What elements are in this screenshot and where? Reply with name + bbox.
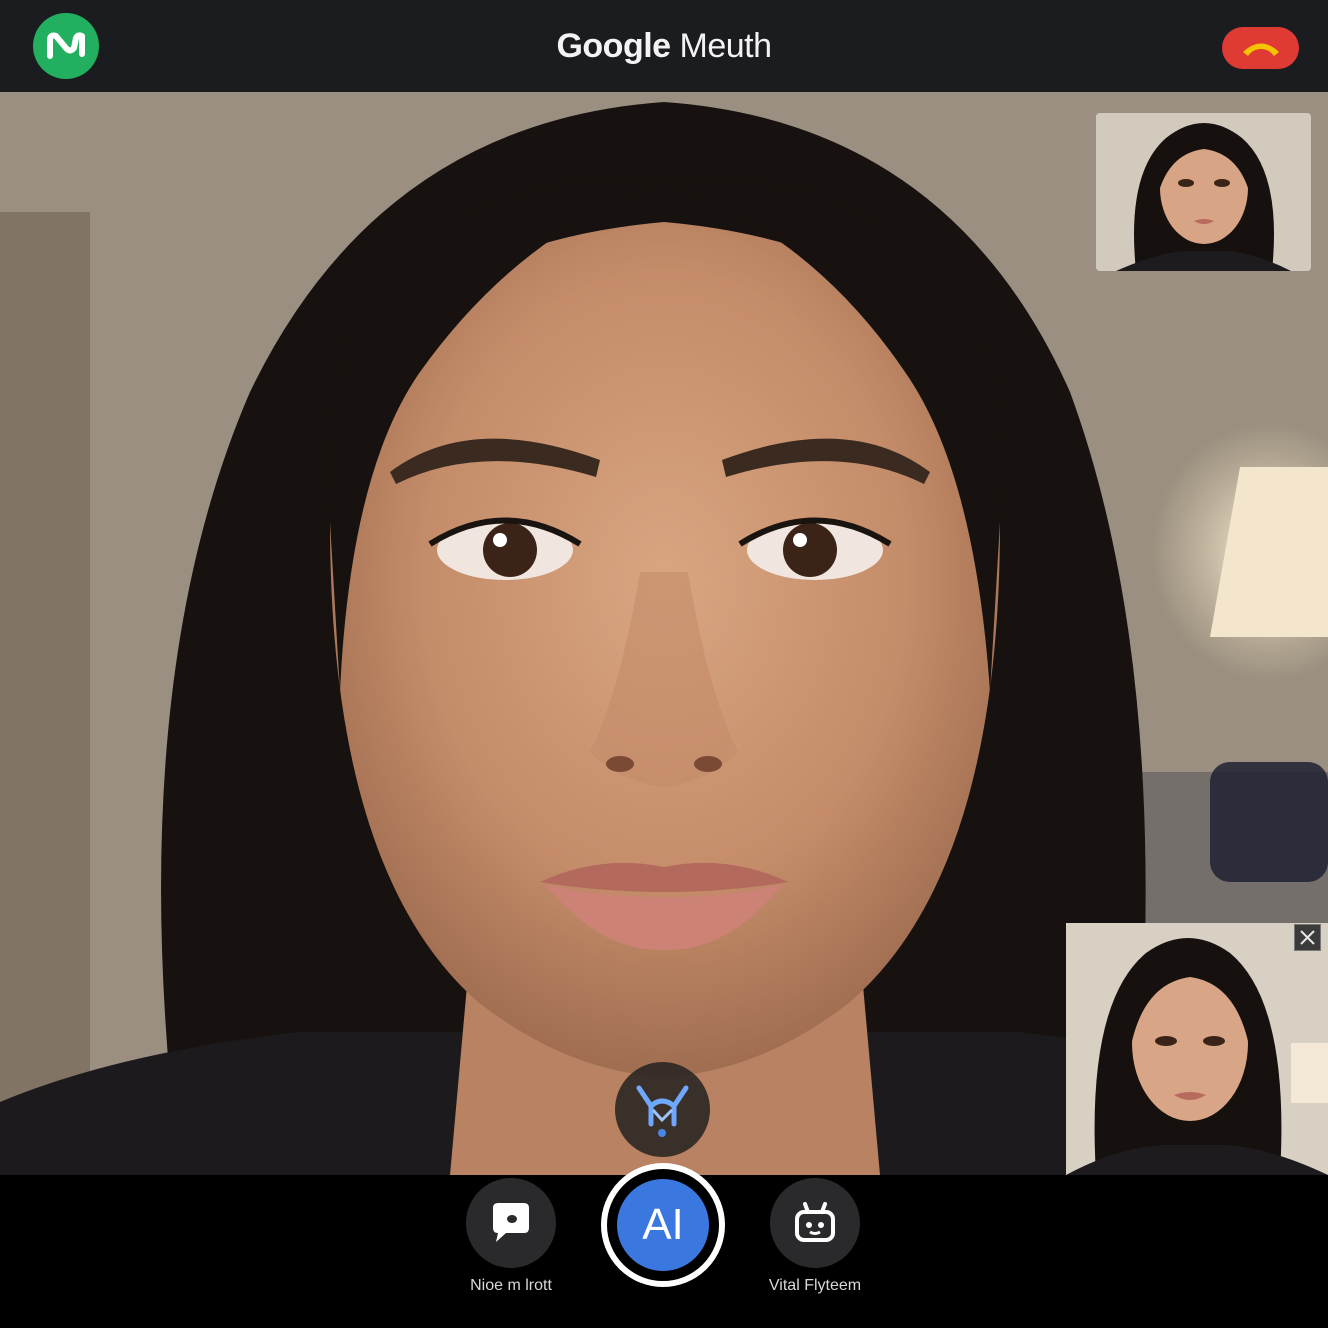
- end-call-button[interactable]: [1222, 27, 1299, 69]
- brand-name: Google: [556, 27, 671, 65]
- ai-assistant-button[interactable]: AI: [601, 1163, 725, 1287]
- ai-button-label: AI: [617, 1179, 709, 1271]
- close-icon: [1300, 930, 1315, 945]
- virtual-effects-button[interactable]: [770, 1178, 860, 1268]
- self-view-thumbnail-bottom[interactable]: [1066, 923, 1328, 1175]
- robot-icon: [795, 1202, 835, 1242]
- close-thumbnail-button[interactable]: [1294, 924, 1321, 951]
- end-call-icon: [1243, 43, 1279, 56]
- chat-bubble-icon: [493, 1203, 529, 1242]
- chat-button-label: Nioe m lrott: [470, 1277, 552, 1294]
- effects-button[interactable]: [615, 1062, 710, 1157]
- thumbnail-face-image: [1096, 113, 1311, 271]
- chat-button[interactable]: [466, 1178, 556, 1268]
- product-name: Meuth: [679, 27, 773, 65]
- virtual-effects-label: Vital Flyteem: [768, 1277, 862, 1294]
- effects-icon: [636, 1085, 689, 1137]
- app-title: Google Meuth: [0, 27, 1328, 66]
- thumbnail-face-image: [1066, 923, 1328, 1175]
- self-view-thumbnail-top[interactable]: [1096, 113, 1311, 271]
